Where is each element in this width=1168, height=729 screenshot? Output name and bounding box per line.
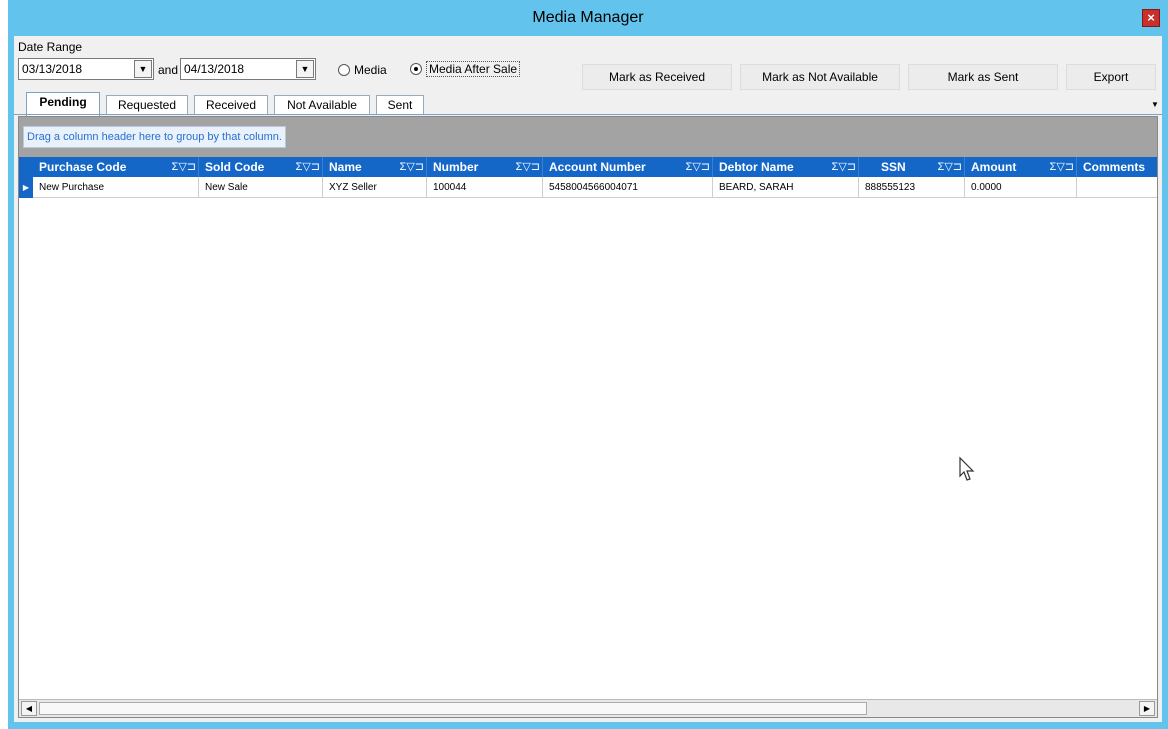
column-header-label: Account Number: [549, 160, 646, 174]
column-header-amount[interactable]: Amount Σ▽⊐: [965, 157, 1077, 177]
cell-comments[interactable]: [1077, 177, 1157, 198]
mark-sent-button[interactable]: Mark as Sent: [908, 64, 1058, 90]
and-label: and: [158, 63, 179, 77]
column-tools-icon[interactable]: Σ▽⊐: [938, 157, 962, 177]
column-header-label: Purchase Code: [39, 160, 127, 174]
radio-circle-icon[interactable]: [338, 64, 350, 76]
tab-received[interactable]: Received: [194, 95, 268, 115]
start-date-picker[interactable]: 03/13/2018 ▼: [18, 58, 154, 80]
mark-not-available-button[interactable]: Mark as Not Available: [740, 64, 900, 90]
column-tools-icon[interactable]: Σ▽⊐: [1050, 157, 1074, 177]
column-header-label: Sold Code: [205, 160, 265, 174]
radio-checked-icon[interactable]: [410, 63, 422, 75]
column-header-sold-code[interactable]: Sold Code Σ▽⊐: [199, 157, 323, 177]
column-tools-icon[interactable]: Σ▽⊐: [400, 157, 424, 177]
group-by-panel[interactable]: Drag a column header here to group by th…: [19, 117, 1157, 157]
table-row[interactable]: ▶ New Purchase New Sale XYZ Seller 10004…: [19, 177, 1157, 198]
cell-amount[interactable]: 0.0000: [965, 177, 1077, 198]
end-date-picker[interactable]: 04/13/2018 ▼: [180, 58, 316, 80]
column-header-label: SSN: [881, 160, 906, 174]
mouse-cursor-icon: [959, 456, 975, 481]
tab-pending[interactable]: Pending: [26, 92, 100, 116]
column-header-debtor-name[interactable]: Debtor Name Σ▽⊐: [713, 157, 859, 177]
cell-name[interactable]: XYZ Seller: [323, 177, 427, 198]
window-title: Media Manager: [532, 9, 644, 26]
media-grid: Drag a column header here to group by th…: [18, 116, 1158, 718]
cell-debtor-name[interactable]: BEARD, SARAH: [713, 177, 859, 198]
title-bar: Media Manager ×: [8, 0, 1168, 36]
grid-header-row: Purchase Code Σ▽⊐ Sold Code Σ▽⊐ Name Σ▽⊐…: [19, 157, 1157, 177]
column-header-number[interactable]: Number Σ▽⊐: [427, 157, 543, 177]
column-header-label: Amount: [971, 160, 1017, 174]
tab-requested[interactable]: Requested: [106, 95, 188, 115]
tab-overflow-icon[interactable]: ▼: [1151, 100, 1159, 109]
column-tools-icon[interactable]: Σ▽⊐: [516, 157, 540, 177]
column-header-purchase-code[interactable]: Purchase Code Σ▽⊐: [19, 157, 199, 177]
radio-media-label: Media: [354, 63, 387, 77]
scroll-thumb[interactable]: [39, 702, 867, 715]
date-range-label: Date Range: [18, 40, 83, 54]
chevron-down-icon[interactable]: ▼: [134, 60, 152, 78]
export-button[interactable]: Export: [1066, 64, 1156, 90]
scroll-left-icon[interactable]: ◀: [21, 701, 37, 716]
column-header-ssn[interactable]: SSN Σ▽⊐: [859, 157, 965, 177]
cell-purchase-code[interactable]: New Purchase: [33, 177, 199, 198]
group-by-hint: Drag a column header here to group by th…: [23, 126, 286, 148]
media-manager-window: Media Manager × Date Range 03/13/2018 ▼ …: [8, 0, 1168, 729]
radio-media[interactable]: Media: [338, 63, 387, 77]
scroll-right-icon[interactable]: ▶: [1139, 701, 1155, 716]
column-tools-icon[interactable]: Σ▽⊐: [686, 157, 710, 177]
cell-number[interactable]: 100044: [427, 177, 543, 198]
row-pointer-icon: ▶: [19, 177, 33, 198]
tab-strip: Pending Requested Received Not Available…: [14, 91, 1162, 116]
column-header-comments[interactable]: Comments: [1077, 157, 1157, 177]
tab-sent[interactable]: Sent: [376, 95, 424, 115]
cell-ssn[interactable]: 888555123: [859, 177, 965, 198]
cell-account-number[interactable]: 5458004566004071: [543, 177, 713, 198]
column-header-label: Number: [433, 160, 479, 174]
column-header-label: Comments: [1083, 160, 1146, 174]
cell-sold-code[interactable]: New Sale: [199, 177, 323, 198]
client-area: Date Range 03/13/2018 ▼ and 04/13/2018 ▼…: [14, 36, 1162, 722]
tab-not-available[interactable]: Not Available: [274, 95, 370, 115]
column-tools-icon[interactable]: Σ▽⊐: [296, 157, 320, 177]
start-date-value: 03/13/2018: [22, 62, 83, 76]
horizontal-scrollbar[interactable]: ◀ ▶: [19, 699, 1157, 717]
tab-divider: [14, 114, 1162, 115]
column-tools-icon[interactable]: Σ▽⊐: [832, 157, 856, 177]
column-tools-icon[interactable]: Σ▽⊐: [172, 157, 196, 177]
close-icon: ×: [1147, 10, 1155, 25]
column-header-name[interactable]: Name Σ▽⊐: [323, 157, 427, 177]
radio-media-after-sale[interactable]: Media After Sale: [410, 61, 521, 77]
column-header-label: Debtor Name: [719, 160, 794, 174]
radio-media-after-sale-label: Media After Sale: [426, 61, 521, 77]
column-header-account-number[interactable]: Account Number Σ▽⊐: [543, 157, 713, 177]
end-date-value: 04/13/2018: [184, 62, 245, 76]
column-header-label: Name: [329, 160, 362, 174]
chevron-down-icon[interactable]: ▼: [296, 60, 314, 78]
close-button[interactable]: ×: [1142, 9, 1160, 27]
mark-received-button[interactable]: Mark as Received: [582, 64, 732, 90]
